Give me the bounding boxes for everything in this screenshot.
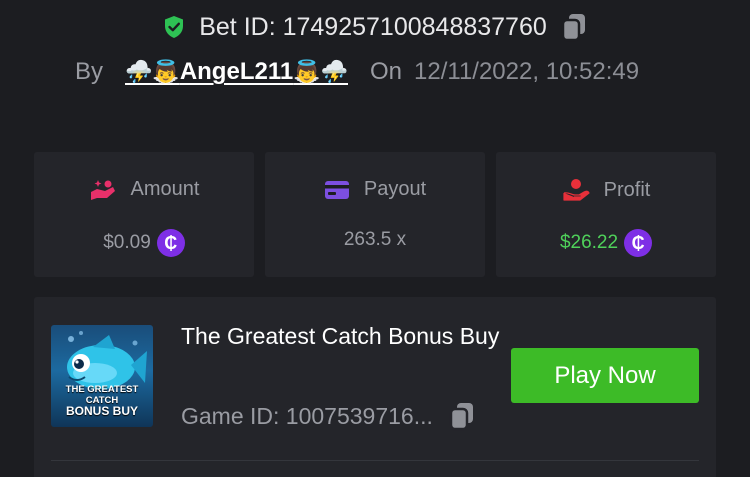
bet-date: 12/11/2022, 10:52:49 — [414, 58, 640, 85]
storm-angel-emoji-right: 👼⛈️ — [293, 59, 348, 84]
thumbnail-title: THE GREATEST CATCH BONUS BUY — [51, 384, 153, 417]
copy-icon[interactable] — [449, 401, 475, 431]
play-now-button[interactable]: Play Now — [511, 348, 699, 403]
game-title[interactable]: The Greatest Catch Bonus Buy — [181, 317, 501, 355]
username: AngeL211 — [179, 58, 294, 85]
author-row: By ⛈️👼 AngeL211 👼⛈️ On 12/11/2022, 10:52… — [75, 58, 639, 86]
profit-value-row: $26.22 ₵ — [496, 229, 716, 257]
payout-label: Payout — [363, 178, 427, 200]
thumbnail-line-1: THE GREATEST CATCH — [65, 384, 139, 406]
game-id-text: Game ID: 1007539716... — [181, 402, 433, 429]
profit-card: Profit $26.22 ₵ — [496, 152, 716, 277]
amount-value: $0.09 — [103, 232, 151, 253]
bet-id-label: Bet ID: — [199, 12, 276, 41]
profit-label: Profit — [603, 178, 651, 201]
profit-value: $26.22 — [559, 232, 619, 253]
shield-check-icon — [163, 15, 185, 39]
currency-coin-icon: ₵ — [156, 229, 185, 257]
bet-details-page: Bet ID: 1749257100848837760 By ⛈️👼 AngeL… — [0, 0, 750, 477]
game-thumbnail[interactable]: THE GREATEST CATCH BONUS BUY — [51, 325, 153, 427]
currency-coin-icon: ₵ — [624, 229, 653, 257]
by-label: By — [75, 58, 104, 85]
username-link[interactable]: ⛈️👼 AngeL211 👼⛈️ — [125, 58, 348, 86]
bet-id-text: Bet ID: 1749257100848837760 — [199, 13, 547, 42]
amount-header: Amount — [34, 178, 254, 201]
amount-card: Amount $0.09 ₵ — [34, 152, 254, 277]
card-icon — [324, 180, 350, 200]
profit-hand-icon — [562, 178, 590, 202]
hand-coin-icon — [89, 179, 117, 201]
amount-label: Amount — [130, 178, 200, 200]
game-id-row: Game ID: 1007539716... — [181, 401, 475, 431]
payout-header: Payout — [265, 178, 485, 201]
storm-angel-emoji-left: ⛈️👼 — [125, 59, 180, 84]
payout-value-row: 263.5 x — [265, 229, 485, 251]
payout-value: 263.5 x — [343, 229, 407, 250]
bet-id-row: Bet ID: 1749257100848837760 — [0, 12, 750, 42]
divider — [51, 460, 699, 461]
bet-id-value: 1749257100848837760 — [282, 12, 547, 41]
profit-header: Profit — [496, 178, 716, 202]
amount-value-row: $0.09 ₵ — [34, 229, 254, 257]
on-label: On — [370, 58, 403, 85]
game-card: THE GREATEST CATCH BONUS BUY The Greates… — [34, 297, 716, 477]
thumbnail-line-2: BONUS BUY — [65, 404, 138, 418]
payout-card: Payout 263.5 x — [265, 152, 485, 277]
copy-icon[interactable] — [561, 12, 587, 42]
